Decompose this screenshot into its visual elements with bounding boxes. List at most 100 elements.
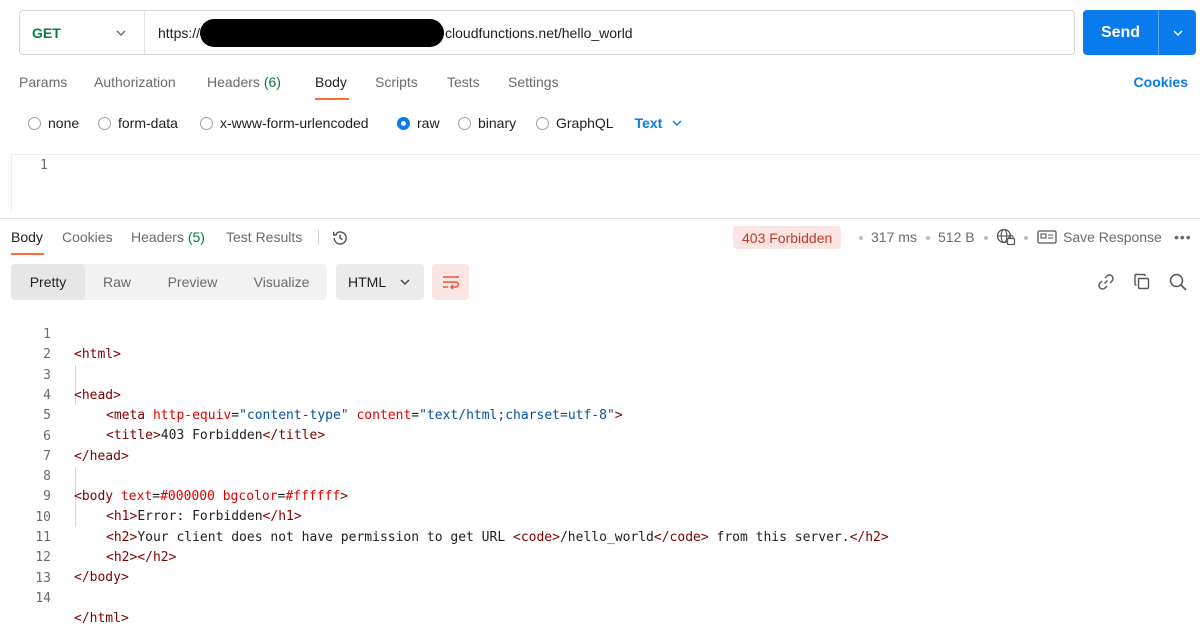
method-select[interactable]: GET (20, 11, 145, 54)
line-source: </html> (74, 610, 129, 626)
radio-circle (458, 116, 471, 130)
view-raw[interactable]: Raw (85, 264, 149, 300)
tab-label: Tests (447, 74, 480, 90)
separator-dot (984, 236, 988, 240)
radio-x-www-form-urlencoded[interactable]: x-www-form-urlencoded (200, 115, 397, 131)
separator (318, 229, 319, 245)
cookies-link[interactable]: Cookies (1134, 74, 1188, 90)
globe-lock-icon[interactable] (996, 228, 1016, 246)
line-source: <head> (74, 387, 121, 403)
line-number: 1 (40, 158, 48, 173)
radio-none[interactable]: none (28, 115, 98, 131)
view-preview[interactable]: Preview (149, 264, 236, 300)
wrap-lines-button[interactable] (432, 264, 469, 300)
radio-label: form-data (118, 115, 178, 131)
code-line: 14 </html> (0, 569, 128, 626)
raw-format-label: Text (634, 115, 663, 131)
response-format-select[interactable]: HTML (336, 264, 424, 300)
radio-circle (98, 116, 111, 130)
save-response-button[interactable]: Save Response (1037, 226, 1162, 248)
tab-settings[interactable]: Settings (508, 74, 559, 90)
url-input[interactable]: https:// cloudfunctions.net/hello_world (145, 11, 1074, 54)
line-source: <h2>Your client does not have permission… (106, 529, 889, 545)
save-response-label: Save Response (1063, 229, 1162, 245)
code-line: 9 <h1>Error: Forbidden</h1> (0, 467, 302, 524)
code-line: 7 (0, 427, 51, 464)
line-source: </head> (74, 448, 129, 464)
tab-label: Headers (207, 74, 260, 90)
view-visualize[interactable]: Visualize (236, 264, 327, 300)
redacted-block (200, 18, 445, 47)
response-tab-body[interactable]: Body (11, 229, 43, 245)
radio-circle (28, 116, 41, 130)
tab-body[interactable]: Body (315, 74, 347, 90)
view-mode-switcher: Pretty Raw Preview Visualize (11, 264, 327, 300)
separator-dot (926, 236, 930, 240)
pane-divider[interactable] (0, 218, 1200, 219)
response-tab-headers[interactable]: Headers (5) (131, 229, 205, 245)
radio-graphql[interactable]: GraphQL (536, 115, 614, 131)
url-suffix: cloudfunctions.net/hello_world (445, 24, 633, 41)
tab-headers[interactable]: Headers (6) (207, 74, 281, 90)
tab-label: Test Results (226, 229, 303, 245)
radio-raw[interactable]: raw (397, 115, 458, 131)
response-tab-test-results[interactable]: Test Results (226, 229, 302, 245)
radio-label: binary (478, 115, 517, 131)
separator-dot (1024, 236, 1028, 240)
request-body-editor[interactable]: 1 (11, 154, 1200, 212)
radio-circle-selected (397, 116, 410, 130)
method-label: GET (32, 24, 61, 41)
line-number: 14 (35, 590, 51, 606)
tab-params[interactable]: Params (19, 74, 67, 90)
send-button-group: Send (1083, 10, 1196, 55)
code-line: 13 (0, 549, 51, 586)
code-line: 2 (0, 325, 51, 362)
radio-label: raw (417, 115, 440, 131)
request-tabs: Params Authorization Headers (6) Body Sc… (0, 62, 1200, 102)
view-pretty[interactable]: Pretty (11, 264, 85, 300)
code-line: 5 <title>403 Forbidden</title> (0, 386, 325, 443)
chevron-down-icon (1173, 30, 1182, 36)
code-line: 6 </head> (0, 407, 129, 464)
search-icon[interactable] (1168, 272, 1188, 292)
tab-count: (5) (187, 229, 205, 245)
save-response-icon (1037, 230, 1057, 244)
separator-dot (859, 236, 863, 240)
response-time[interactable]: 317 ms (871, 229, 917, 245)
tab-authorization[interactable]: Authorization (94, 74, 176, 90)
radio-form-data[interactable]: form-data (98, 115, 200, 131)
send-button[interactable]: Send (1083, 10, 1159, 55)
code-line: 12 </body> (0, 528, 128, 585)
more-options-button[interactable]: ••• (1174, 229, 1192, 245)
chevron-down-icon (672, 120, 682, 126)
radio-label: none (48, 115, 80, 131)
copy-icon[interactable] (1132, 272, 1152, 292)
response-tab-cookies[interactable]: Cookies (62, 229, 113, 245)
tab-tests[interactable]: Tests (447, 74, 480, 90)
tab-count: (6) (263, 74, 281, 90)
chevron-down-icon (116, 30, 126, 36)
radio-label: x-www-form-urlencoded (220, 115, 369, 131)
code-line: 10 <h2>Your client does not have permiss… (0, 488, 888, 545)
status-badge[interactable]: 403 Forbidden (733, 226, 842, 249)
line-source: <body text=#000000 bgcolor=#ffffff> (74, 489, 348, 505)
line-source: <html> (74, 347, 121, 362)
code-line: 8 <body text=#000000 bgcolor=#ffffff> (0, 447, 348, 504)
radio-binary[interactable]: binary (458, 115, 536, 131)
tab-scripts[interactable]: Scripts (375, 74, 418, 90)
history-icon[interactable] (331, 229, 349, 247)
send-options-button[interactable] (1159, 10, 1196, 55)
line-source: <h1>Error: Forbidden</h1> (106, 509, 302, 525)
link-icon[interactable] (1096, 272, 1116, 292)
url-prefix: https:// (158, 24, 201, 41)
tab-label: Headers (131, 229, 184, 245)
response-size[interactable]: 512 B (938, 229, 975, 245)
tab-label: Params (19, 74, 68, 90)
radio-circle (536, 116, 549, 130)
wrap-lines-icon (442, 276, 459, 290)
tab-label: Authorization (94, 74, 176, 90)
tab-label: Settings (508, 74, 559, 90)
tab-label: Body (315, 74, 347, 90)
raw-format-select[interactable]: Text (635, 115, 685, 131)
code-line: 11 <h2></h2> (0, 508, 176, 565)
